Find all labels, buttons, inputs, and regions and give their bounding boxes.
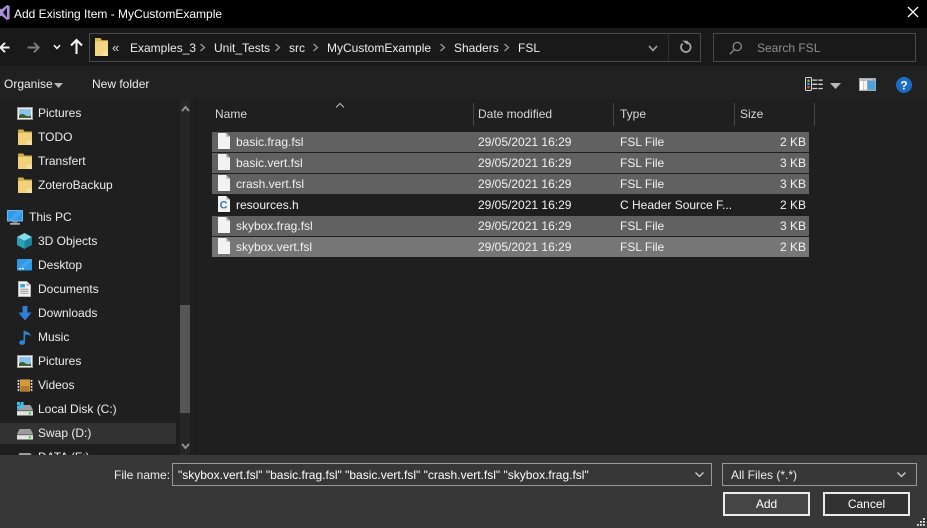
svg-text:?: ? [900,79,907,93]
svg-text:C: C [220,200,228,212]
